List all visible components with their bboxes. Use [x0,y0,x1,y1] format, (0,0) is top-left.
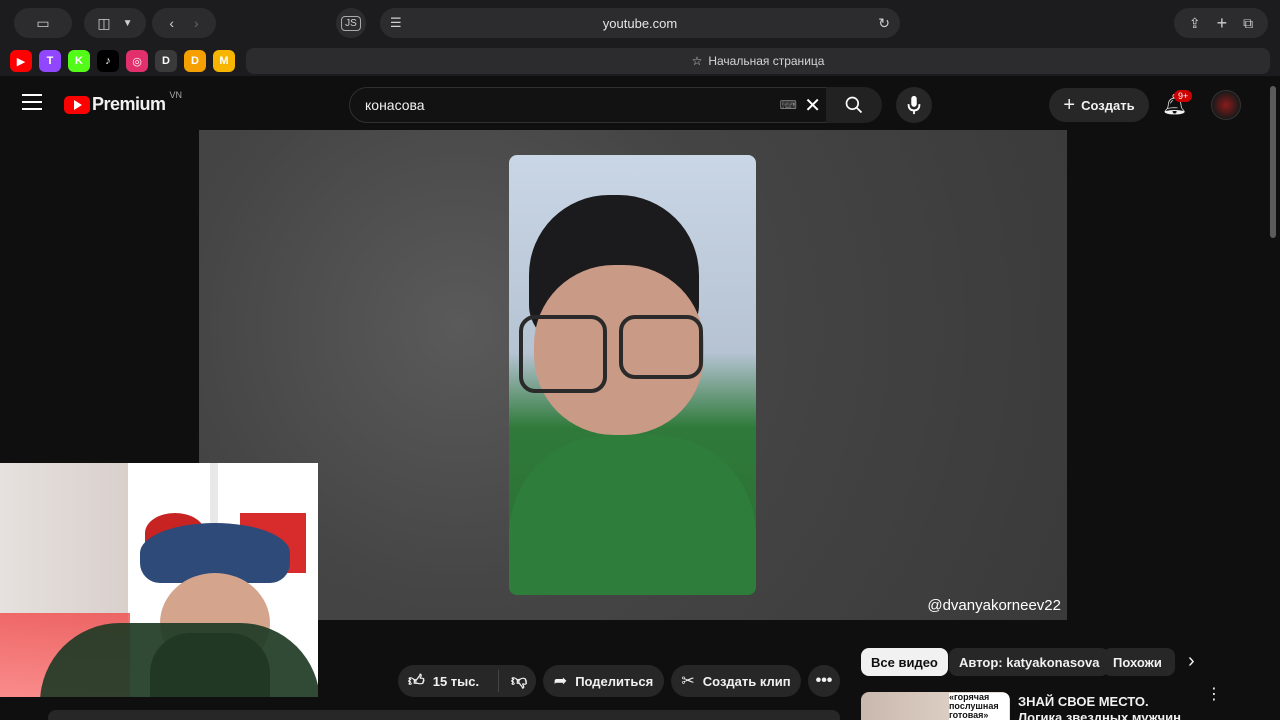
share-label: Поделиться [575,673,654,689]
webcam-overlay [0,463,318,697]
dislike-button[interactable]: 👎︎ [499,672,527,691]
keyboard-icon[interactable]: ⌨ [780,98,797,112]
js-extension-button[interactable]: JS [336,8,366,38]
search-button[interactable] [826,87,882,123]
window-icon: ▭ [36,14,50,31]
youtube-play-icon [64,95,90,114]
sidebar-toggle-button[interactable]: ◫ ▼ [84,8,146,38]
menu-icon[interactable] [22,94,42,110]
region-code: VN [169,89,183,100]
page-scrollbar[interactable] [1270,86,1276,238]
sidebar-icon: ◫ [97,14,111,31]
back-icon[interactable]: ‹ [169,15,174,31]
new-tab-icon[interactable]: + [1217,13,1228,34]
scissors-icon: ✂ [681,673,695,690]
chip-all-videos[interactable]: Все видео [861,648,948,676]
start-page-label: Начальная страница [708,54,825,68]
search-query: конасова [365,97,425,113]
reload-icon[interactable]: ↻ [878,15,890,32]
share-button[interactable]: ➦ Поделиться [543,665,664,697]
chip-label: Автор: katyakonasova [959,654,1100,670]
youtube-header: Premium VN конасова ⌨ ✕ + Создать 🔔︎ 9+ [0,78,1280,130]
nav-buttons: ‹ › [152,8,216,38]
dl-icon[interactable]: D [155,50,177,72]
profile-button[interactable]: ▭ [14,8,72,38]
m-icon[interactable]: M [213,50,235,72]
more-actions-button[interactable]: ••• [808,665,840,697]
logo-text: Premium [92,94,166,114]
chips-next-icon[interactable]: › [1188,650,1195,673]
notifications-button[interactable]: 🔔︎ 9+ [1162,90,1193,117]
recommendation-thumbnail[interactable]: «горячая послушная готовая» [861,692,1010,720]
video-watermark: @dvanyakorneev22 [927,597,1061,614]
thumbs-down-icon: 👎︎ [511,672,528,690]
start-page-tab[interactable]: ☆ Начальная страница [246,48,1270,74]
donation-icon[interactable]: D [184,50,206,72]
instagram-icon[interactable]: ◎ [126,50,148,72]
video-player[interactable]: @dvanyakorneev22 [199,130,1067,620]
chevron-down-icon: ▼ [122,17,133,29]
share-arrow-icon: ➦ [553,673,568,690]
mic-icon [907,95,921,115]
youtube-icon[interactable]: ▶ [10,50,32,72]
plus-icon: + [1063,93,1076,116]
chip-label: Похожи [1113,654,1162,670]
tabs-overview-icon[interactable]: ⧉ [1243,15,1253,32]
kick-icon[interactable]: K [68,50,90,72]
recommendation-title-text: ЗНАЙ СВОЕ МЕСТО. Логика звездных мужчин [1018,694,1181,720]
clear-icon[interactable]: ✕ [804,93,821,118]
recommendation-title[interactable]: ЗНАЙ СВОЕ МЕСТО. Логика звездных мужчин [1018,694,1188,720]
window-actions: ⇪ + ⧉ [1174,8,1268,38]
description-box[interactable] [48,710,840,720]
search-input[interactable]: конасова ⌨ ✕ [349,87,828,123]
share-icon[interactable]: ⇪ [1189,15,1201,32]
js-label: JS [341,15,361,31]
like-button[interactable]: 👍︎ 15 тыс. [398,670,499,692]
notifications-badge: 9+ [1174,90,1193,102]
chip-author[interactable]: Автор: katyakonasova [949,648,1110,676]
clip-button[interactable]: ✂ Создать клип [671,665,801,697]
like-count: 15 тыс. [432,673,480,689]
thumbs-up-icon: 👍︎ [408,672,425,690]
chip-related[interactable]: Похожи [1103,648,1175,676]
video-frame [509,155,756,595]
recommendation-menu-icon[interactable]: ⋮ [1206,687,1222,703]
thumbnail-caption: «горячая послушная готовая» [949,693,1009,720]
youtube-logo[interactable]: Premium VN [64,90,182,115]
create-button[interactable]: + Создать [1049,88,1149,122]
favorites-bar: ▶ T K ♪ ◎ D D M ☆ Начальная страница [0,46,1280,76]
star-icon: ☆ [691,54,703,68]
address-bar[interactable]: ☰ youtube.com ↻ [380,8,900,38]
twitch-icon[interactable]: T [39,50,61,72]
url-text: youtube.com [602,15,678,31]
chip-label: Все видео [871,654,938,670]
avatar[interactable] [1211,90,1241,120]
like-dislike-group: 👍︎ 15 тыс. 👎︎ [398,665,536,697]
search-icon [845,96,863,114]
tiktok-icon[interactable]: ♪ [97,50,119,72]
clip-label: Создать клип [702,673,791,689]
more-horizontal-icon: ••• [815,672,833,689]
page-menu-icon[interactable]: ☰ [390,15,402,31]
create-label: Создать [1081,97,1135,113]
voice-search-button[interactable] [896,87,932,123]
forward-icon[interactable]: › [194,15,199,31]
browser-toolbar: ▭ ◫ ▼ ‹ › JS ☰ youtube.com ↻ ⇪ + ⧉ [0,0,1280,46]
